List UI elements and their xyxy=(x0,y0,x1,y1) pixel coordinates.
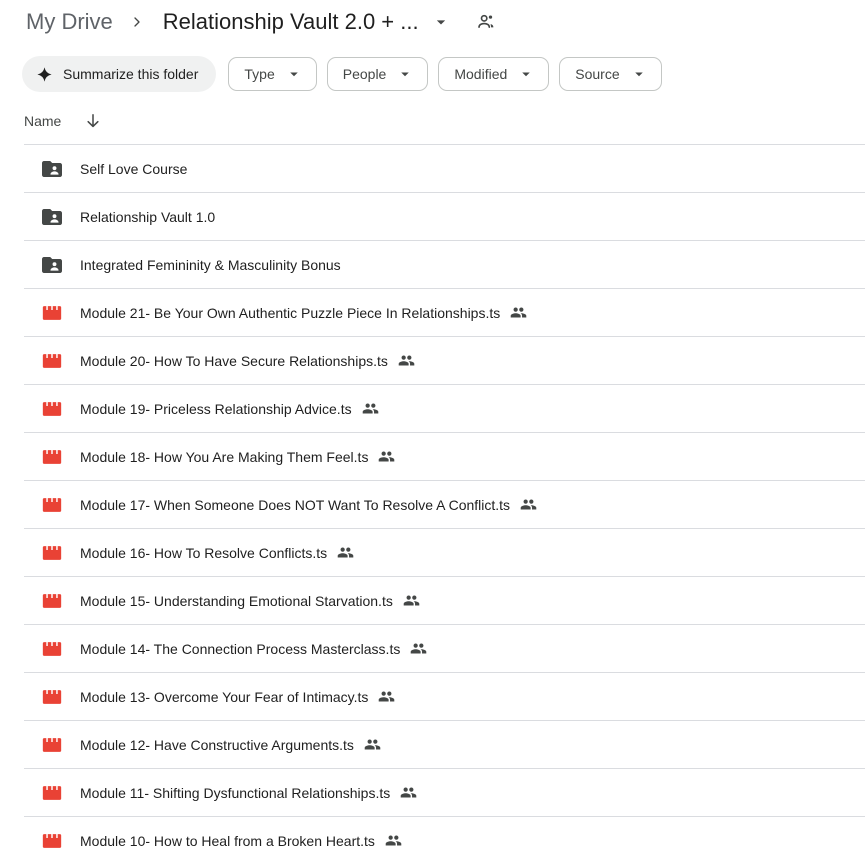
chevron-down-icon xyxy=(517,65,535,83)
filter-chip-people[interactable]: People xyxy=(327,57,429,91)
file-name: Module 13- Overcome Your Fear of Intimac… xyxy=(80,689,368,705)
video-icon xyxy=(40,349,64,373)
shared-folder-icon xyxy=(40,205,64,229)
file-name: Module 17- When Someone Does NOT Want To… xyxy=(80,497,510,513)
shared-people-icon xyxy=(337,544,354,561)
table-row[interactable]: Module 21- Be Your Own Authentic Puzzle … xyxy=(24,288,865,336)
list-header: Name xyxy=(0,92,865,144)
table-row[interactable]: Module 13- Overcome Your Fear of Intimac… xyxy=(24,672,865,720)
share-members-icon[interactable] xyxy=(475,11,497,33)
breadcrumb: My Drive Relationship Vault 2.0 + ... xyxy=(0,0,865,44)
shared-folder-icon xyxy=(40,157,64,181)
table-row[interactable]: Module 11- Shifting Dysfunctional Relati… xyxy=(24,768,865,816)
filter-chip-type[interactable]: Type xyxy=(228,57,316,91)
shared-people-icon xyxy=(378,688,395,705)
chevron-down-icon xyxy=(630,65,648,83)
table-row[interactable]: Integrated Femininity & Masculinity Bonu… xyxy=(24,240,865,288)
file-name: Module 10- How to Heal from a Broken Hea… xyxy=(80,833,375,849)
file-name: Module 11- Shifting Dysfunctional Relati… xyxy=(80,785,390,801)
video-icon xyxy=(40,445,64,469)
filter-chip-source[interactable]: Source xyxy=(559,57,661,91)
shared-people-icon xyxy=(403,592,420,609)
table-row[interactable]: Module 20- How To Have Secure Relationsh… xyxy=(24,336,865,384)
summarize-label: Summarize this folder xyxy=(63,66,198,82)
summarize-folder-button[interactable]: Summarize this folder xyxy=(22,56,216,92)
toolbar: Summarize this folder Type People Modifi… xyxy=(0,56,865,92)
sparkle-icon xyxy=(36,66,53,83)
filter-chips: Type People Modified Source xyxy=(228,57,661,91)
table-row[interactable]: Module 15- Understanding Emotional Starv… xyxy=(24,576,865,624)
table-row[interactable]: Module 17- When Someone Does NOT Want To… xyxy=(24,480,865,528)
chip-label: People xyxy=(343,66,387,82)
file-name: Module 19- Priceless Relationship Advice… xyxy=(80,401,352,417)
breadcrumb-my-drive[interactable]: My Drive xyxy=(24,7,115,37)
shared-people-icon xyxy=(400,784,417,801)
chevron-right-icon xyxy=(129,14,145,30)
file-name: Integrated Femininity & Masculinity Bonu… xyxy=(80,257,341,273)
shared-people-icon xyxy=(510,304,527,321)
table-row[interactable]: Module 18- How You Are Making Them Feel.… xyxy=(24,432,865,480)
chip-label: Type xyxy=(244,66,274,82)
table-row[interactable]: Relationship Vault 1.0 xyxy=(24,192,865,240)
file-name: Module 16- How To Resolve Conflicts.ts xyxy=(80,545,327,561)
video-icon xyxy=(40,637,64,661)
video-icon xyxy=(40,733,64,757)
table-row[interactable]: Module 10- How to Heal from a Broken Hea… xyxy=(24,816,865,864)
breadcrumb-current-folder[interactable]: Relationship Vault 2.0 + ... xyxy=(161,7,421,37)
video-icon xyxy=(40,781,64,805)
shared-people-icon xyxy=(520,496,537,513)
sort-descending-icon[interactable] xyxy=(83,111,103,131)
video-icon xyxy=(40,493,64,517)
shared-people-icon xyxy=(364,736,381,753)
shared-people-icon xyxy=(398,352,415,369)
file-name: Module 20- How To Have Secure Relationsh… xyxy=(80,353,388,369)
video-icon xyxy=(40,589,64,613)
file-list: Self Love Course Relationship Vault 1.0 … xyxy=(24,144,865,864)
file-name: Module 14- The Connection Process Master… xyxy=(80,641,400,657)
table-row[interactable]: Module 19- Priceless Relationship Advice… xyxy=(24,384,865,432)
drive-folder-view: My Drive Relationship Vault 2.0 + ... Su… xyxy=(0,0,865,864)
chevron-down-icon xyxy=(396,65,414,83)
video-icon xyxy=(40,397,64,421)
filter-chip-modified[interactable]: Modified xyxy=(438,57,549,91)
table-row[interactable]: Module 16- How To Resolve Conflicts.ts xyxy=(24,528,865,576)
video-icon xyxy=(40,301,64,325)
file-name: Module 12- Have Constructive Arguments.t… xyxy=(80,737,354,753)
shared-people-icon xyxy=(410,640,427,657)
file-name: Module 18- How You Are Making Them Feel.… xyxy=(80,449,368,465)
shared-people-icon xyxy=(378,448,395,465)
file-name: Module 15- Understanding Emotional Starv… xyxy=(80,593,393,609)
video-icon xyxy=(40,685,64,709)
file-name: Self Love Course xyxy=(80,161,187,177)
shared-folder-icon xyxy=(40,253,64,277)
shared-people-icon xyxy=(385,832,402,849)
table-row[interactable]: Self Love Course xyxy=(24,144,865,192)
file-name: Module 21- Be Your Own Authentic Puzzle … xyxy=(80,305,500,321)
video-icon xyxy=(40,541,64,565)
name-column-header[interactable]: Name xyxy=(24,113,61,129)
chip-label: Source xyxy=(575,66,619,82)
folder-actions-caret-icon[interactable] xyxy=(431,12,451,32)
video-icon xyxy=(40,829,64,853)
table-row[interactable]: Module 12- Have Constructive Arguments.t… xyxy=(24,720,865,768)
file-name: Relationship Vault 1.0 xyxy=(80,209,215,225)
chevron-down-icon xyxy=(285,65,303,83)
chip-label: Modified xyxy=(454,66,507,82)
shared-people-icon xyxy=(362,400,379,417)
table-row[interactable]: Module 14- The Connection Process Master… xyxy=(24,624,865,672)
